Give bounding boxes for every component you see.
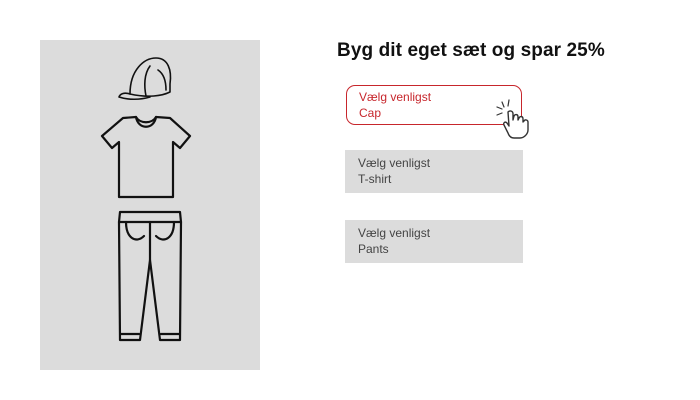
picker-prompt: Vælg venligst: [358, 226, 431, 240]
page-title: Byg dit eget sæt og spar 25%: [337, 40, 605, 61]
picker-prompt: Vælg venligst: [359, 90, 432, 104]
pants-picker-button[interactable]: Vælg venligst Pants: [345, 220, 523, 263]
picker-item-label: Cap: [359, 106, 382, 120]
t-shirt-icon: [100, 115, 192, 199]
picker-prompt: Vælg venligst: [358, 156, 431, 170]
cap-icon: [118, 57, 172, 101]
picker-item-label: T-shirt: [358, 172, 392, 186]
t-shirt-picker-button[interactable]: Vælg venligst T-shirt: [345, 150, 523, 193]
outfit-preview-panel: [40, 40, 260, 370]
hand-cursor-icon: [496, 99, 529, 139]
picker-item-label: Pants: [358, 242, 389, 256]
pants-icon: [117, 210, 183, 342]
